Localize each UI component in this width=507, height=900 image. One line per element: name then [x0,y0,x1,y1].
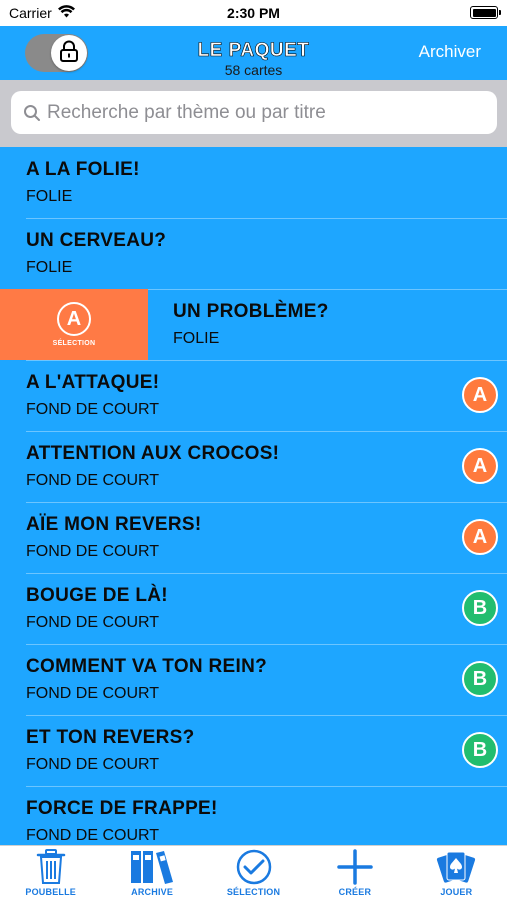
list-item[interactable]: A LA FOLIE! FOLIE [0,147,507,219]
card-theme: FOND DE COURT [26,472,160,489]
tab-bar: POUBELLE ARCHIVE SÉLECTION CRÉER JOUER [0,845,507,900]
level-badge-a[interactable]: A [462,377,498,413]
tab-label: JOUER [440,887,473,897]
card-title: UN CERVEAU? [26,230,167,251]
selection-swipe-label: SÉLECTION [52,340,96,347]
list-item[interactable]: ATTENTION AUX CROCOS! FOND DE COURT A [0,431,507,503]
search-box[interactable] [11,91,497,134]
card-title: UN PROBLÈME? [173,301,329,322]
list-item[interactable]: UN CERVEAU? FOLIE [0,218,507,290]
selection-swipe-button[interactable]: A SÉLECTION [0,289,148,360]
plus-icon [337,849,373,885]
card-theme: FOLIE [173,330,220,347]
tab-label: ARCHIVE [131,887,174,897]
list-item[interactable]: ET TON REVERS? FOND DE COURT B [0,715,507,787]
tab-play[interactable]: JOUER [406,846,507,900]
tab-selection[interactable]: SÉLECTION [203,846,304,900]
selection-a-icon: A [57,302,91,336]
level-badge-b[interactable]: B [462,661,498,697]
status-bar: Carrier 2:30 PM [0,0,507,26]
checkmark-circle-icon [236,849,272,885]
list-item[interactable]: AÏE MON REVERS! FOND DE COURT A [0,502,507,574]
card-title: A LA FOLIE! [26,159,140,180]
card-title: BOUGE DE LÀ! [26,585,168,606]
card-theme: FOLIE [26,188,73,205]
card-title: AÏE MON REVERS! [26,514,202,535]
card-title: ATTENTION AUX CROCOS! [26,443,280,464]
card-theme: FOLIE [26,259,73,276]
tab-archive[interactable]: ARCHIVE [101,846,202,900]
card-list[interactable]: A LA FOLIE! FOLIE UN CERVEAU? FOLIE A SÉ… [0,147,507,845]
search-bar-area [0,80,507,147]
archive-action-button[interactable]: Archiver [419,42,481,62]
list-item[interactable]: BOUGE DE LÀ! FOND DE COURT B [0,573,507,645]
list-item[interactable]: FORCE DE FRAPPE! FOND DE COURT [0,786,507,845]
playing-cards-icon [436,849,476,885]
tab-label: POUBELLE [25,887,76,897]
list-item[interactable]: A L'ATTAQUE! FOND DE COURT A [0,360,507,432]
binders-icon [129,849,175,885]
tab-label: CRÉER [338,887,372,897]
status-time: 2:30 PM [227,5,280,21]
tab-create[interactable]: CRÉER [304,846,405,900]
level-badge-b[interactable]: B [462,732,498,768]
trash-icon [36,849,66,885]
card-title: ET TON REVERS? [26,727,195,748]
card-theme: FOND DE COURT [26,756,160,773]
card-theme: FOND DE COURT [26,827,160,844]
card-title: FORCE DE FRAPPE! [26,798,218,819]
card-title: A L'ATTAQUE! [26,372,160,393]
card-theme: FOND DE COURT [26,401,160,418]
level-badge-b[interactable]: B [462,590,498,626]
level-badge-a[interactable]: A [462,448,498,484]
list-item[interactable]: COMMENT VA TON REIN? FOND DE COURT B [0,644,507,716]
level-badge-a[interactable]: A [462,519,498,555]
tab-trash[interactable]: POUBELLE [0,846,101,900]
list-item-swiped[interactable]: A SÉLECTION UN PROBLÈME? FOLIE [0,289,507,361]
battery-icon [470,6,501,19]
card-theme: FOND DE COURT [26,614,160,631]
search-input[interactable] [47,101,487,124]
card-theme: FOND DE COURT [26,685,160,702]
tab-label: SÉLECTION [226,887,281,897]
navigation-bar: LE PAQUET 58 cartes Archiver [0,26,507,80]
card-theme: FOND DE COURT [26,543,160,560]
card-count: 58 cartes [224,62,283,78]
search-icon [21,102,43,124]
card-title: COMMENT VA TON REIN? [26,656,268,677]
